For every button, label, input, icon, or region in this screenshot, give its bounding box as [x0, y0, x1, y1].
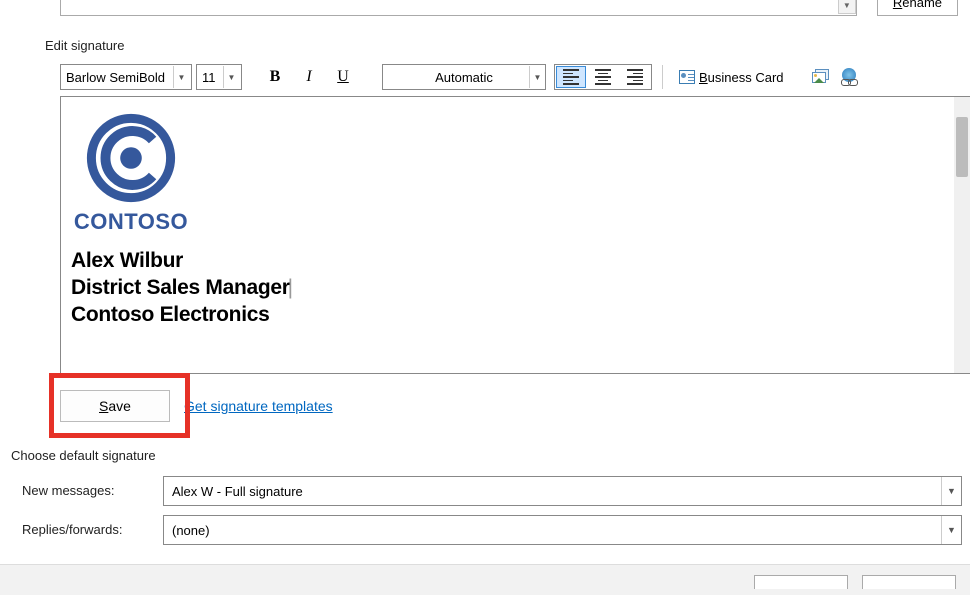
alignment-group	[554, 64, 652, 90]
align-left-button[interactable]	[556, 66, 586, 88]
new-messages-label: New messages:	[22, 483, 114, 498]
formatting-toolbar: Barlow SemiBold ▼ 11 ▼ B I U Automatic ▼…	[60, 62, 970, 92]
edit-signature-label: Edit signature	[45, 38, 125, 53]
company-logo: CONTOSO	[71, 105, 191, 239]
signature-name: Alex Wilbur	[71, 247, 960, 274]
business-card-icon	[679, 70, 695, 84]
align-center-button[interactable]	[587, 65, 619, 89]
align-center-icon	[595, 69, 611, 85]
toolbar-divider	[662, 65, 663, 89]
signature-title: District Sales Manager	[71, 274, 960, 301]
chevron-down-icon: ▼	[173, 66, 189, 88]
editor-scrollbar[interactable]	[954, 97, 970, 373]
logo-text: CONTOSO	[71, 209, 191, 235]
align-right-button[interactable]	[619, 65, 651, 89]
align-left-icon	[563, 69, 579, 85]
replies-forwards-select[interactable]: (none) ▼	[163, 515, 962, 545]
font-size-select[interactable]: 11 ▼	[196, 64, 242, 90]
link-icon	[840, 78, 860, 86]
font-family-select[interactable]: Barlow SemiBold ▼	[60, 64, 192, 90]
chevron-down-icon: ▼	[223, 66, 239, 88]
chevron-down-icon: ▼	[941, 477, 961, 505]
italic-button[interactable]: I	[294, 64, 324, 90]
font-color-select[interactable]: Automatic ▼	[382, 64, 546, 90]
scrollbar-thumb[interactable]	[956, 117, 968, 177]
chevron-down-icon: ▼	[529, 66, 545, 88]
get-templates-link[interactable]: Get signature templates	[184, 398, 333, 414]
insert-hyperlink-button[interactable]	[840, 68, 860, 86]
underline-button[interactable]: U	[328, 64, 358, 90]
signature-company: Contoso Electronics	[71, 301, 960, 328]
dialog-button-2[interactable]	[862, 575, 956, 589]
rename-button[interactable]: Rename	[877, 0, 958, 16]
choose-default-label: Choose default signature	[11, 448, 156, 463]
save-button[interactable]: Save	[60, 390, 170, 422]
new-messages-select[interactable]: Alex W - Full signature ▼	[163, 476, 962, 506]
signature-list-select[interactable]: ▼	[60, 0, 857, 16]
dialog-button-1[interactable]	[754, 575, 848, 589]
replies-forwards-label: Replies/forwards:	[22, 522, 122, 537]
chevron-down-icon: ▼	[838, 0, 856, 14]
chevron-down-icon: ▼	[941, 516, 961, 544]
insert-picture-button[interactable]	[812, 69, 832, 85]
bold-button[interactable]: B	[260, 64, 290, 90]
align-right-icon	[627, 69, 643, 85]
business-card-button[interactable]: Business Card	[673, 64, 790, 90]
signature-editor[interactable]: CONTOSO Alex Wilbur District Sales Manag…	[60, 96, 970, 374]
